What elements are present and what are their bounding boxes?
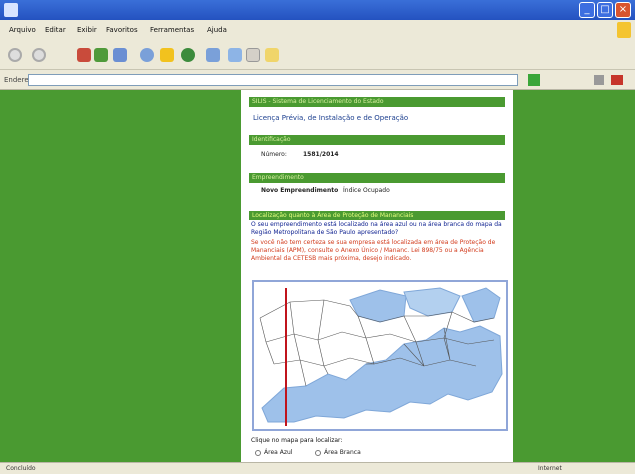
maximize-button[interactable]: □	[597, 2, 613, 18]
go-icon[interactable]	[528, 74, 540, 86]
search-icon[interactable]	[140, 48, 154, 62]
close-button[interactable]: ×	[615, 2, 631, 18]
map-caption: Clique no mapa para localizar:	[251, 437, 343, 444]
radio-branca[interactable]	[315, 449, 321, 456]
number-value: 1581/2014	[303, 151, 339, 158]
option-branca-label: Área Branca	[324, 449, 361, 456]
page-content: SILIS - Sistema de Licenciamento do Esta…	[241, 90, 513, 462]
maximize-icon: □	[600, 4, 610, 15]
number-label: Número:	[261, 151, 287, 158]
region-map[interactable]	[252, 280, 508, 431]
page-viewport: SILIS - Sistema de Licenciamento do Esta…	[0, 90, 635, 462]
identification-bar: Identificação	[249, 135, 505, 145]
minimize-button[interactable]: _	[579, 2, 595, 18]
forward-icon[interactable]	[32, 48, 46, 62]
toolbar	[0, 40, 635, 70]
page-title: Licença Prévia, de Instalação e de Opera…	[253, 114, 409, 122]
favorites-star-icon[interactable]	[160, 48, 174, 62]
print-icon[interactable]	[228, 48, 242, 62]
option-azul-label: Área Azul	[264, 449, 293, 456]
edit-icon[interactable]	[246, 48, 260, 62]
history-icon[interactable]	[181, 48, 195, 62]
folder-icon[interactable]	[265, 48, 279, 62]
close-icon: ×	[618, 4, 628, 15]
status-bar: Concluído Internet	[0, 462, 635, 474]
refresh-icon[interactable]	[94, 48, 108, 62]
radio-azul[interactable]	[255, 449, 261, 456]
question-bar: Localização quanto à Área de Proteção de…	[249, 211, 505, 220]
option-area-azul[interactable]: Área Azul	[255, 449, 292, 456]
minimize-icon: _	[584, 4, 590, 15]
menu-item-ferramentas[interactable]: Ferramentas	[150, 26, 194, 34]
toolbar-extension-icon[interactable]	[611, 75, 623, 85]
links-icon[interactable]	[594, 75, 604, 85]
menu-item-editar[interactable]: Editar	[45, 26, 66, 34]
stop-icon[interactable]	[77, 48, 91, 62]
menu-item-favoritos[interactable]: Favoritos	[106, 26, 138, 34]
question-text: O seu empreendimento está localizado na …	[251, 221, 502, 236]
back-icon[interactable]	[8, 48, 22, 62]
enterprise-bar: Empreendimento	[249, 173, 505, 183]
zone-text: Internet	[538, 465, 562, 472]
menu-item-arquivo[interactable]: Arquivo	[9, 26, 36, 34]
map-svg	[254, 282, 506, 429]
address-input[interactable]	[28, 74, 518, 86]
menu-bar: Arquivo Editar Exibir Favoritos Ferramen…	[0, 20, 635, 40]
enterprise-value: Índice Ocupado	[343, 187, 390, 194]
title-bar: _ □ ×	[0, 0, 635, 20]
header-bar: SILIS - Sistema de Licenciamento do Esta…	[249, 97, 505, 107]
enterprise-name: Novo Empreendimento	[261, 187, 339, 194]
status-text: Concluído	[6, 465, 36, 472]
windows-logo-icon	[617, 22, 631, 38]
address-bar: Endereço	[0, 70, 635, 90]
browser-app-icon	[4, 3, 18, 17]
mail-icon[interactable]	[206, 48, 220, 62]
option-area-branca[interactable]: Área Branca	[315, 449, 361, 456]
menu-item-exibir[interactable]: Exibir	[77, 26, 97, 34]
home-icon[interactable]	[113, 48, 127, 62]
instructions-text: Se você não tem certeza se sua empresa e…	[251, 239, 496, 262]
menu-item-ajuda[interactable]: Ajuda	[207, 26, 227, 34]
